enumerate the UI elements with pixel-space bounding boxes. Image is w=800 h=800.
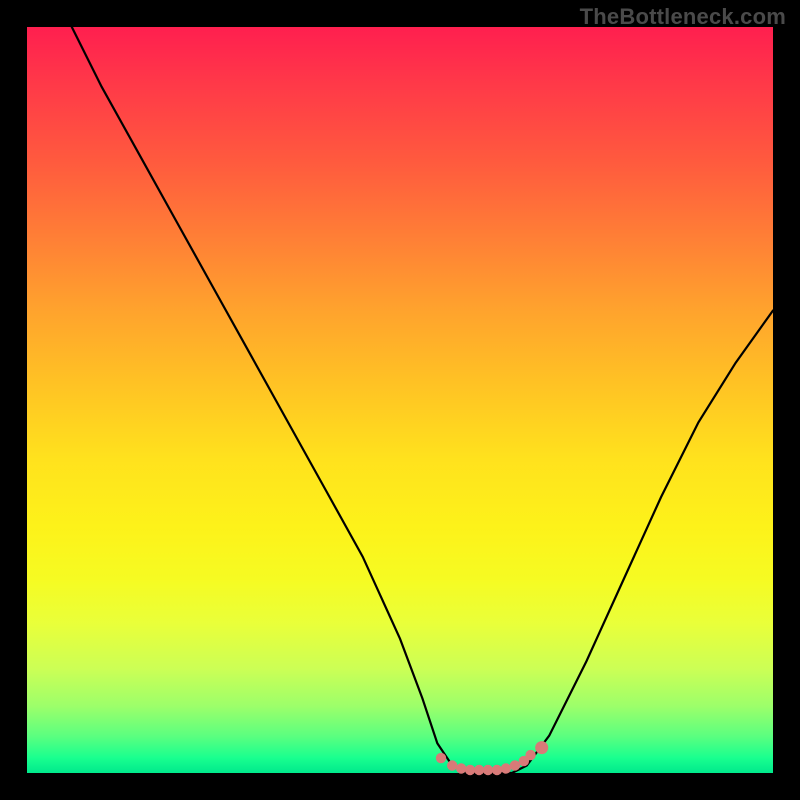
plateau-dot bbox=[474, 765, 484, 775]
bottleneck-chart bbox=[27, 27, 773, 773]
plateau-dot bbox=[492, 765, 502, 775]
plateau-dot bbox=[447, 760, 457, 770]
plateau-dot bbox=[525, 750, 535, 760]
plateau-dot bbox=[465, 765, 475, 775]
plateau-dot bbox=[436, 753, 446, 763]
plateau-dot bbox=[456, 763, 466, 773]
highlight-dot bbox=[535, 741, 548, 754]
plateau-dot-group bbox=[436, 742, 547, 775]
bottleneck-curve bbox=[72, 27, 773, 773]
chart-frame bbox=[27, 27, 773, 773]
plateau-dot bbox=[483, 765, 493, 775]
plateau-dot bbox=[501, 763, 511, 773]
plateau-dot bbox=[510, 760, 520, 770]
watermark-label: TheBottleneck.com bbox=[580, 4, 786, 30]
